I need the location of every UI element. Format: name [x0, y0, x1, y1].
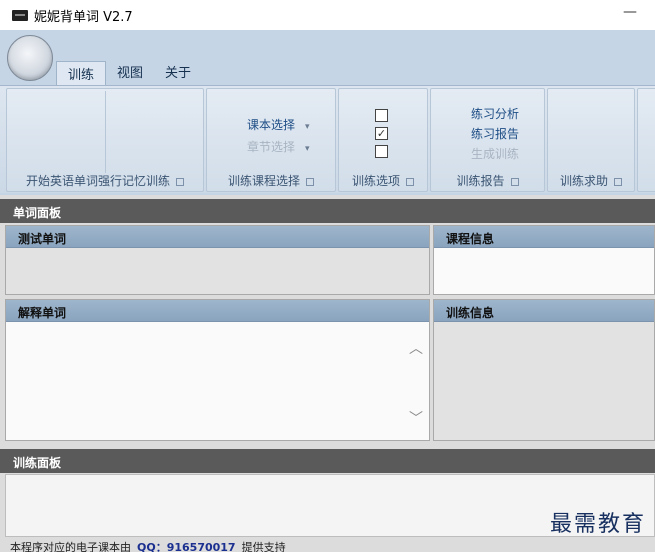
group-partial — [637, 88, 655, 192]
train-info-title: 训练信息 — [434, 300, 654, 322]
ribbon-body: 开始英语单词强行记忆训练 课本选择 ▾ 章节选择 ▾ 训练课程选择 ✓ 训练选项 — [0, 85, 655, 193]
chapter-select-label: 章节选择 — [247, 140, 296, 154]
train-panel-header: 训练面板 — [0, 449, 655, 473]
group-label-text: 训练求助 — [559, 174, 608, 188]
status-qq: QQ：916570017 — [137, 541, 236, 552]
group-label-text: 训练选项 — [351, 174, 400, 188]
option-checkbox-3[interactable] — [375, 145, 388, 158]
group-label-help: 训练求助 — [548, 172, 634, 189]
status-bar: 本程序对应的电子课本由 QQ：916570017 提供支持 — [0, 537, 655, 552]
group-label-text: 开始英语单词强行记忆训练 — [25, 174, 170, 188]
group-training-options: ✓ 训练选项 — [338, 88, 428, 192]
app-icon — [12, 9, 28, 21]
group-label-course: 训练课程选择 — [207, 172, 335, 189]
textbook-select-label: 课本选择 — [247, 118, 296, 132]
practice-report-button[interactable]: 练习报告 — [471, 125, 519, 142]
generate-training-button[interactable]: 生成训练 — [471, 145, 519, 162]
group-label-report: 训练报告 — [431, 172, 544, 189]
textbook-select-menu[interactable]: 课本选择 ▾ — [247, 116, 310, 133]
watermark: 最需教育 — [549, 512, 646, 537]
tab-about[interactable]: 关于 — [154, 58, 202, 84]
group-label-options: 训练选项 — [339, 172, 427, 189]
group-label-text: 训练课程选择 — [227, 174, 300, 188]
launcher-icon[interactable] — [406, 178, 414, 186]
option-checkbox-2[interactable]: ✓ — [375, 127, 388, 140]
start-training-button-2[interactable] — [106, 91, 205, 173]
train-info-pane: 训练信息 — [433, 299, 655, 441]
explain-word-title: 解释单词 — [6, 300, 429, 322]
practice-analysis-button[interactable]: 练习分析 — [471, 105, 519, 122]
course-info-pane: 课程信息 — [433, 225, 655, 295]
application-orb-button[interactable] — [7, 35, 53, 81]
course-info-title: 课程信息 — [434, 226, 654, 248]
status-suffix: 提供支持 — [241, 541, 286, 552]
ribbon: 训练 视图 关于 开始英语单词强行记忆训练 课本选择 ▾ 章节选择 ▾ 训练课程选择 — [0, 30, 655, 195]
group-label-text: 训练报告 — [456, 174, 505, 188]
option-checkbox-1[interactable] — [375, 109, 388, 122]
chevron-down-icon: ▾ — [305, 144, 310, 154]
group-training-report: 练习分析 练习报告 生成训练 训练报告 — [430, 88, 545, 192]
group-training-help: 训练求助 — [547, 88, 635, 192]
group-course-selection: 课本选择 ▾ 章节选择 ▾ 训练课程选择 — [206, 88, 336, 192]
window-title: 妮妮背单词 V2.7 — [34, 9, 133, 25]
scroll-down-icon[interactable]: ﹀ — [409, 408, 423, 428]
status-prefix: 本程序对应的电子课本由 — [10, 541, 131, 552]
tab-view[interactable]: 视图 — [106, 58, 154, 84]
launcher-icon[interactable] — [510, 178, 519, 186]
tab-train[interactable]: 训练 — [56, 61, 107, 85]
minimize-button[interactable]: — — [623, 4, 637, 20]
launcher-icon[interactable] — [306, 178, 314, 186]
scroll-up-icon[interactable]: ︿ — [409, 338, 423, 358]
group-start-training: 开始英语单词强行记忆训练 — [6, 88, 204, 192]
title-bar: 妮妮背单词 V2.7 — — [0, 0, 655, 30]
test-word-pane: 测试单词 — [5, 225, 430, 295]
ribbon-tabs: 训练 视图 关于 — [56, 58, 202, 85]
explain-word-pane: 解释单词 ︿ ﹀ — [5, 299, 430, 441]
start-training-button[interactable] — [7, 91, 106, 173]
word-panel-header: 单词面板 — [0, 199, 655, 223]
chapter-select-menu[interactable]: 章节选择 ▾ — [247, 138, 310, 155]
test-word-title: 测试单词 — [6, 226, 429, 248]
launcher-icon[interactable] — [614, 178, 622, 186]
launcher-icon[interactable] — [176, 178, 184, 186]
chevron-down-icon: ▾ — [305, 122, 310, 132]
group-label-start-training: 开始英语单词强行记忆训练 — [7, 172, 203, 189]
train-panel-area[interactable]: 最需教育 — [5, 474, 655, 537]
